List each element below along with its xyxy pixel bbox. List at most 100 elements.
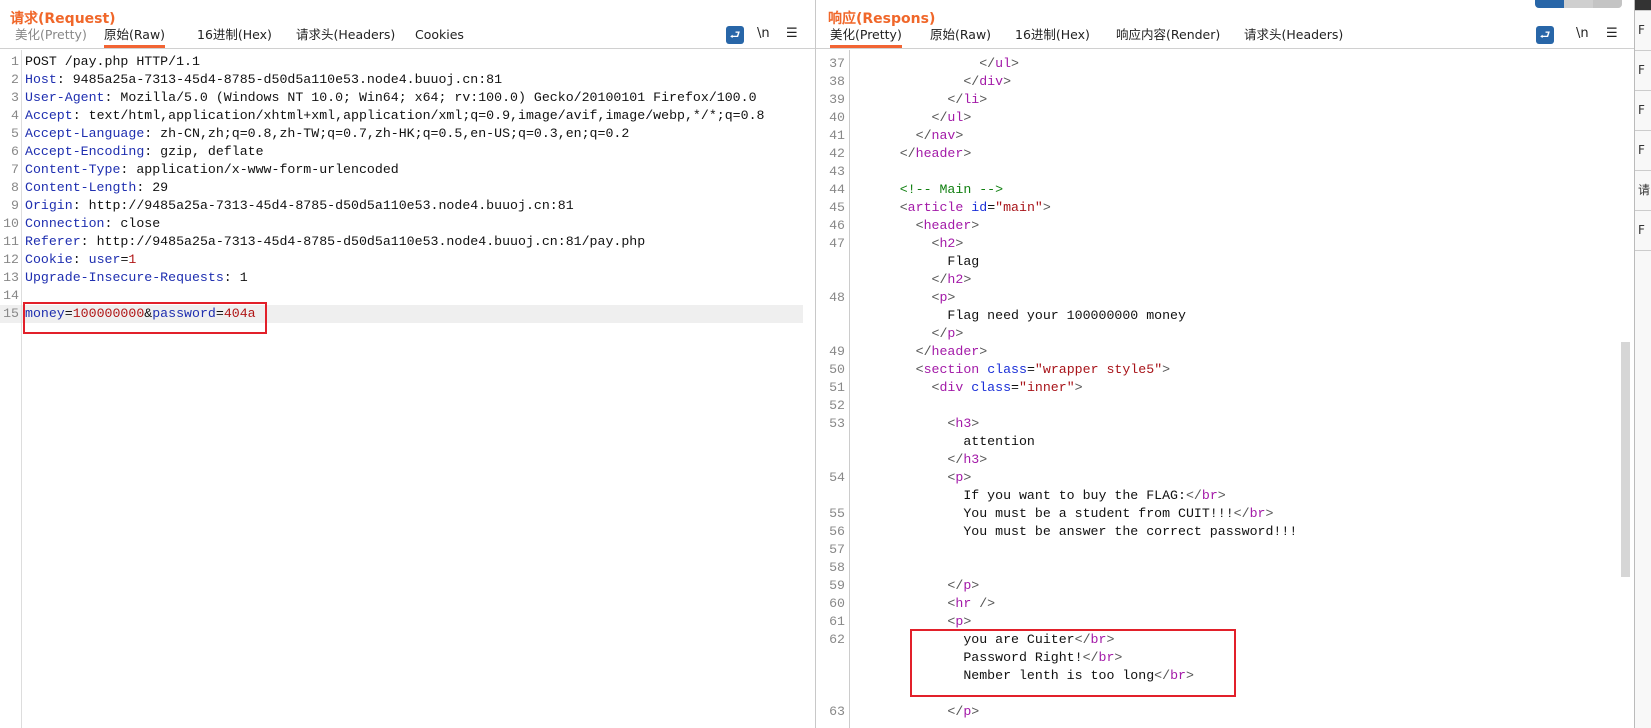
code-line: 61 <p> bbox=[816, 613, 1634, 631]
code-line: Password Right!</br> bbox=[816, 649, 1634, 667]
sidebar-top-item[interactable] bbox=[1635, 0, 1651, 11]
code-token: : bbox=[72, 252, 89, 267]
tab-response-4[interactable]: 请求头(Headers) bbox=[1244, 24, 1343, 46]
code-token: : http://9485a25a-7313-45d4-8785-d50d5a1… bbox=[80, 234, 646, 249]
code-token: Accept-Encoding bbox=[25, 144, 145, 159]
code-token: > bbox=[979, 344, 988, 359]
code-token: header bbox=[915, 146, 964, 161]
line-number: 10 bbox=[3, 216, 19, 231]
tab-request-2[interactable]: 16进制(Hex) bbox=[197, 24, 272, 46]
line-number: 56 bbox=[829, 524, 845, 539]
line-number: 4 bbox=[11, 108, 19, 123]
line-text: </p> bbox=[852, 703, 979, 721]
layout-side-by-side-button[interactable] bbox=[1535, 0, 1564, 8]
newline-toggle[interactable]: \n bbox=[757, 26, 770, 41]
sidebar-item[interactable]: F bbox=[1635, 91, 1651, 131]
line-text: <div class="inner"> bbox=[852, 379, 1083, 397]
line-text: </header> bbox=[852, 145, 972, 163]
code-line: 43 bbox=[816, 163, 1634, 181]
tab-response-0[interactable]: 美化(Pretty) bbox=[830, 24, 902, 48]
code-token: </ bbox=[947, 578, 964, 593]
code-token: : gzip, deflate bbox=[144, 144, 264, 159]
line-number: 15 bbox=[3, 306, 19, 321]
line-number: 43 bbox=[829, 164, 845, 179]
request-editor[interactable]: 1 POST /pay.php HTTP/1.1 2 Host: 9485a25a-7… bbox=[0, 50, 803, 728]
menu-icon[interactable]: ☰ bbox=[1606, 26, 1618, 41]
code-token: </ bbox=[947, 452, 964, 467]
line-number: 37 bbox=[829, 56, 845, 71]
code-token: hr bbox=[955, 596, 972, 611]
tab-request-0[interactable]: 美化(Pretty) bbox=[15, 24, 87, 46]
line-text: </li> bbox=[852, 91, 987, 109]
code-line: 49 </header> bbox=[816, 343, 1634, 361]
code-line: 39 </li> bbox=[816, 91, 1634, 109]
line-text: </nav> bbox=[852, 127, 964, 145]
code-line: Flag bbox=[816, 253, 1634, 271]
code-line: 11 Referer: http://9485a25a-7313-45d4-878… bbox=[0, 233, 803, 251]
code-line: Nember lenth is too long</br> bbox=[816, 667, 1634, 685]
code-token: 100000000 bbox=[72, 306, 145, 321]
code-token: money bbox=[25, 306, 65, 321]
line-text: money=100000000&password=404a bbox=[25, 305, 256, 323]
line-text: Referer: http://9485a25a-7313-45d4-8785-… bbox=[25, 233, 645, 251]
line-number: 59 bbox=[829, 578, 845, 593]
line-number: 52 bbox=[829, 398, 845, 413]
menu-icon[interactable]: ☰ bbox=[786, 26, 798, 41]
line-number: 7 bbox=[11, 162, 19, 177]
tab-response-3[interactable]: 响应内容(Render) bbox=[1116, 24, 1220, 46]
line-number: 11 bbox=[3, 234, 19, 249]
code-token: Flag bbox=[852, 254, 980, 269]
code-token: Host bbox=[25, 72, 57, 87]
sidebar-item[interactable]: F bbox=[1635, 131, 1651, 171]
tab-response-1[interactable]: 原始(Raw) bbox=[930, 24, 991, 46]
code-line: 57 bbox=[816, 541, 1634, 559]
tab-request-3[interactable]: 请求头(Headers) bbox=[296, 24, 395, 46]
line-text: You must be answer the correct password!… bbox=[852, 523, 1297, 541]
sidebar-item[interactable]: F bbox=[1635, 11, 1651, 51]
code-token: attention bbox=[852, 434, 1035, 449]
sidebar-item[interactable]: 请 bbox=[1635, 171, 1651, 211]
line-text: <header> bbox=[852, 217, 980, 235]
code-token: 404a bbox=[223, 306, 256, 321]
code-token: "inner" bbox=[1019, 380, 1075, 395]
code-token: : application/x-www-form-urlencoded bbox=[120, 162, 399, 177]
line-text: <hr /> bbox=[852, 595, 995, 613]
tab-request-1[interactable]: 原始(Raw) bbox=[104, 24, 166, 48]
response-editor[interactable]: </li>37 </ul>38 </div>39 </li>40 </ul>41… bbox=[816, 50, 1634, 728]
code-token: nav bbox=[931, 128, 956, 143]
code-line: 7 Content-Type: application/x-www-form-ur… bbox=[0, 161, 803, 179]
sidebar-item[interactable]: F bbox=[1635, 51, 1651, 91]
tab-response-2[interactable]: 16进制(Hex) bbox=[1015, 24, 1090, 46]
line-text: <p> bbox=[852, 613, 971, 631]
code-token: h3 bbox=[963, 452, 980, 467]
wrap-lines-icon[interactable]: ⮐ bbox=[726, 26, 744, 44]
tab-request-4[interactable]: Cookies bbox=[415, 24, 464, 46]
code-token: > bbox=[979, 92, 988, 107]
code-token: </ bbox=[1082, 650, 1099, 665]
code-line: 62 you are Cuiter</br> bbox=[816, 631, 1634, 649]
code-line: 3 User-Agent: Mozilla/5.0 (Windows NT 10.… bbox=[0, 89, 803, 107]
code-token: </ bbox=[931, 272, 948, 287]
line-number: 51 bbox=[829, 380, 845, 395]
code-token: </ bbox=[995, 50, 1011, 53]
code-token: </ bbox=[1154, 668, 1171, 683]
code-line: 47 <h2> bbox=[816, 235, 1634, 253]
newline-toggle[interactable]: \n bbox=[1576, 26, 1589, 41]
layout-top-bottom-button[interactable] bbox=[1564, 0, 1593, 8]
line-text: User-Agent: Mozilla/5.0 (Windows NT 10.0… bbox=[25, 89, 757, 107]
line-number: 1 bbox=[11, 54, 19, 69]
code-line: 12 Cookie: user=1 bbox=[0, 251, 803, 269]
code-line: </p> bbox=[816, 325, 1634, 343]
sidebar-item[interactable]: F bbox=[1635, 211, 1651, 251]
layout-tabs-button[interactable] bbox=[1593, 0, 1622, 8]
vertical-scrollbar[interactable] bbox=[1621, 342, 1630, 577]
wrap-lines-icon[interactable]: ⮐ bbox=[1536, 26, 1554, 44]
code-token: : text/html,application/xhtml+xml,applic… bbox=[72, 108, 765, 123]
